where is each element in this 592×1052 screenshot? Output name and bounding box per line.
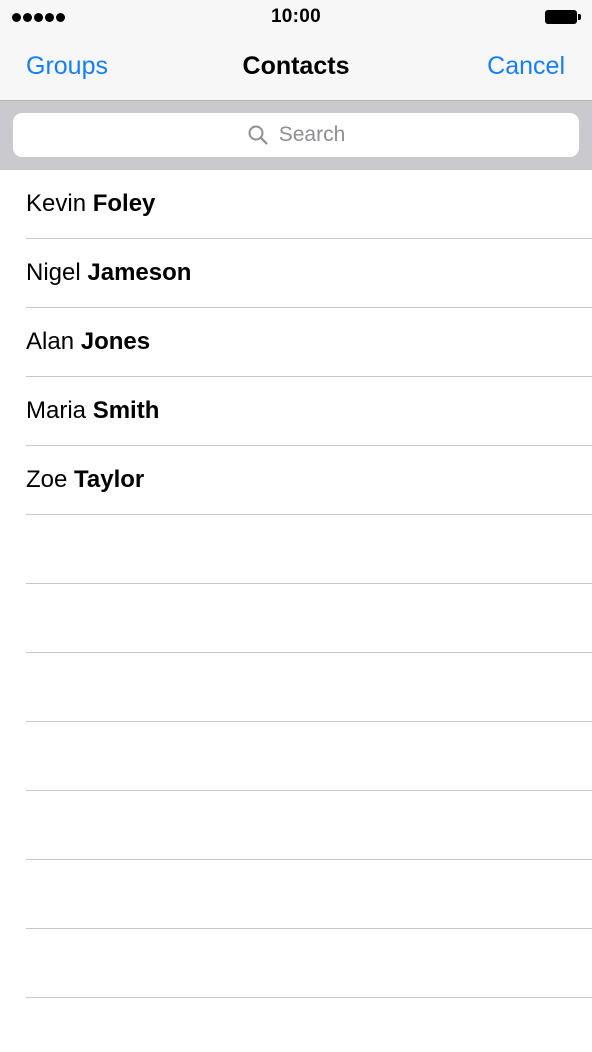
empty-row [0,860,592,929]
contact-row[interactable]: Nigel Jameson [0,239,592,308]
contacts-list: Kevin Foley Nigel Jameson Alan Jones Mar… [0,170,592,998]
contact-name: Kevin Foley [26,190,155,218]
empty-row [0,929,592,998]
empty-row [0,653,592,722]
navigation-bar: Groups Contacts Cancel [0,34,592,101]
empty-row [0,791,592,860]
contact-name: Nigel Jameson [26,259,191,287]
contact-name: Alan Jones [26,328,150,356]
contact-last-name: Foley [92,190,156,217]
contact-last-name: Smith [92,397,160,424]
search-bar: Search [0,101,592,170]
battery-icon [545,10,581,24]
contact-last-name: Jones [80,328,151,355]
search-icon [248,125,268,145]
contact-row[interactable]: Zoe Taylor [0,446,592,515]
contact-last-name: Taylor [74,466,145,493]
contact-first-name: Zoe [26,466,68,493]
contact-row[interactable]: Maria Smith [0,377,592,446]
row-separator [26,997,592,998]
contact-row[interactable]: Alan Jones [0,308,592,377]
status-bar: 10:00 [0,0,592,34]
cancel-button[interactable]: Cancel [487,52,565,81]
contact-row[interactable]: Kevin Foley [0,170,592,239]
contact-name: Maria Smith [26,397,159,425]
search-input[interactable]: Search [13,113,579,157]
contact-first-name: Kevin [26,190,87,217]
contact-last-name: Jameson [87,259,192,286]
search-placeholder: Search [278,123,346,146]
contact-first-name: Alan [26,328,75,355]
contact-first-name: Maria [26,397,87,424]
status-time: 10:00 [270,6,322,27]
empty-row [0,515,592,584]
contact-first-name: Nigel [26,259,81,286]
contact-name: Zoe Taylor [26,466,144,494]
empty-row [0,722,592,791]
empty-row [0,584,592,653]
